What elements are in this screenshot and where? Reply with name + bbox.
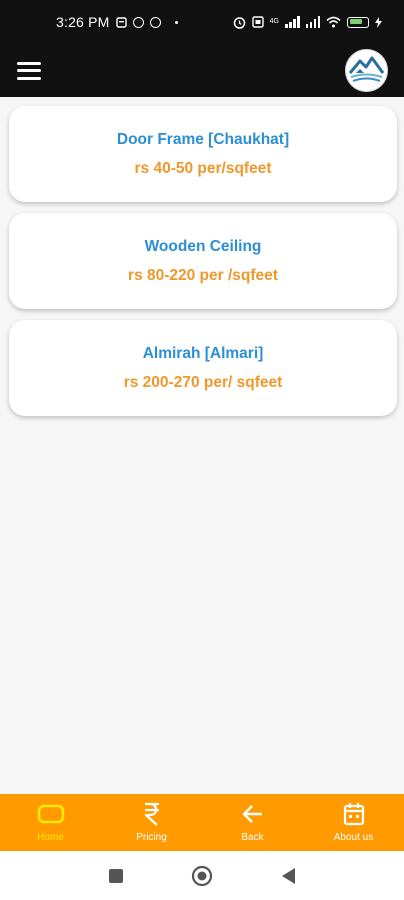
recents-icon[interactable]: [105, 865, 127, 887]
back-system-icon[interactable]: [277, 865, 299, 887]
signal-icon-2: [305, 16, 320, 28]
nav-back-label: Back: [241, 832, 264, 843]
notification-icon: [115, 16, 127, 28]
sim-icon: [251, 16, 264, 28]
circle-app-icon: [149, 16, 161, 28]
screen: 3:26 PM 4G Door Frame [Chaukhat] rs 40-5…: [0, 0, 404, 900]
hamburger-icon[interactable]: [17, 61, 41, 80]
home-icon: [37, 802, 65, 826]
house-logo-icon[interactable]: [345, 49, 388, 92]
status-bar: 3:26 PM 4G: [0, 0, 404, 44]
app-bar: [0, 44, 404, 97]
calendar-icon: [343, 802, 365, 826]
status-time: 3:26 PM: [56, 14, 110, 30]
nav-about-label: About us: [333, 832, 374, 843]
card-price: rs 200-270 per/ sqfeet: [123, 373, 283, 391]
home-system-icon[interactable]: [191, 865, 213, 887]
card-title: Almirah [Almari]: [142, 344, 264, 362]
back-arrow-icon: [242, 802, 264, 826]
status-right: 4G: [233, 16, 382, 29]
card-price: rs 40-50 per/sqfeet: [134, 159, 272, 177]
status-left: 3:26 PM: [56, 14, 178, 30]
card-price: rs 80-220 per /sqfeet: [128, 266, 278, 284]
network-label: 4G: [269, 17, 279, 25]
card-title: Door Frame [Chaukhat]: [116, 130, 290, 148]
rupee-icon: [143, 802, 161, 826]
system-navigation-bar: [0, 851, 404, 900]
nav-home[interactable]: Home: [0, 802, 101, 843]
alarm-icon: [233, 16, 245, 29]
more-notifications-dot: [174, 20, 178, 24]
nav-about[interactable]: About us: [303, 802, 404, 843]
nav-back[interactable]: Back: [202, 802, 303, 843]
wifi-icon: [326, 16, 341, 28]
charging-icon: [375, 16, 382, 28]
nav-home-label: Home: [37, 832, 64, 843]
messenger-icon: [132, 16, 144, 28]
pricing-card-door-frame[interactable]: Door Frame [Chaukhat] rs 40-50 per/sqfee…: [9, 106, 397, 202]
nav-pricing-label: Pricing: [136, 832, 167, 843]
nav-pricing[interactable]: Pricing: [101, 802, 202, 843]
pricing-card-almirah[interactable]: Almirah [Almari] rs 200-270 per/ sqfeet: [9, 320, 397, 416]
card-title: Wooden Ceiling: [144, 237, 262, 255]
bottom-navigation: Home Pricing Back About us: [0, 794, 404, 851]
pricing-card-wooden-ceiling[interactable]: Wooden Ceiling rs 80-220 per /sqfeet: [9, 213, 397, 309]
battery-icon: [347, 16, 369, 28]
signal-icon: [285, 16, 300, 28]
